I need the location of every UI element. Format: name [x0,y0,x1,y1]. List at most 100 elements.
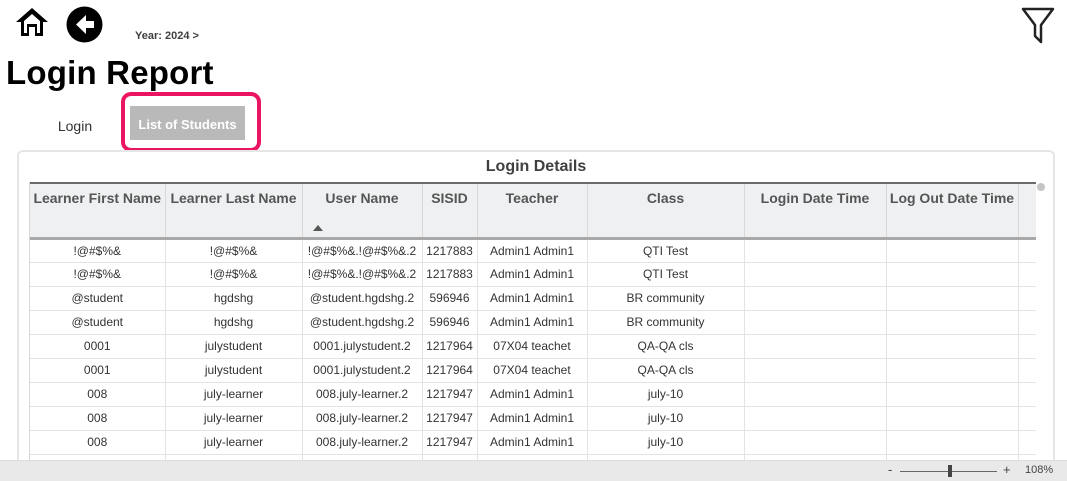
column-header-user-name-label: User Name [325,190,399,206]
back-button[interactable] [66,6,103,43]
cell-first-name: 0001 [30,358,166,383]
cell-teacher: Admin1 Admin1 [477,310,588,335]
cell-class: QA-QA cls [587,334,745,359]
cell-sisid: 1217947 [422,406,478,431]
cell-last-name: !@#$%& [165,262,303,287]
cell-last-name: july-learner [165,430,303,455]
cell-sisid: 596946 [422,286,478,311]
vertical-scrollbar-thumb[interactable] [1037,183,1045,191]
cell-sisid: 1217964 [422,358,478,383]
column-header-first-name[interactable]: Learner First Name [30,183,166,238]
zoom-out-button[interactable]: - [888,462,892,477]
cell-logout-date-time [886,286,1019,311]
cell-first-name: 008 [30,406,166,431]
column-header-class[interactable]: Class [587,183,745,238]
cell-logout-date-time [886,334,1019,359]
home-button[interactable] [14,6,50,38]
cell-login-date-time [744,406,887,431]
table-row[interactable]: 008july-learner008.july-learner.21217947… [30,382,1036,407]
cell-last-name: hgdshg [165,286,303,311]
cell-login-date-time [744,310,887,335]
cell-login-date-time [744,430,887,455]
cell-teacher: Admin1 Admin1 [477,238,588,263]
table-row[interactable]: @student hgdshg @student.hgdshg.2 596946 Adm… [30,310,1036,335]
cell-last-name: july-learner [165,382,303,407]
zoom-in-button[interactable]: + [1003,462,1011,477]
cell-user-name: 0001.julystudent.2 [302,358,423,383]
cell-login-date-time [744,286,887,311]
cell-extra [1018,406,1036,431]
cell-sisid: 1217964 [422,334,478,359]
cell-user-name: 008.july-learner.2 [302,430,423,455]
cell-class: QA-QA cls [587,358,745,383]
column-header-teacher[interactable]: Teacher [477,183,588,238]
cell-user-name: 008.july-learner.2 [302,406,423,431]
cell-user-name: !@#$%&.!@#$%&.2 [302,238,423,263]
cell-first-name: 008 [30,430,166,455]
cell-logout-date-time [886,382,1019,407]
cell-teacher: 07X04 teachet [477,334,588,359]
table-row[interactable]: 008july-learner008.july-learner.21217947… [30,430,1036,455]
cell-logout-date-time [886,406,1019,431]
zoom-level[interactable]: 108% [1025,464,1053,476]
column-header-extra [1018,183,1036,238]
cell-login-date-time [744,358,887,383]
cell-user-name: !@#$%&.!@#$%&.2 [302,262,423,287]
table-row[interactable]: 0001 julystudent 0001.julystudent.2 1217964… [30,358,1036,383]
cell-first-name: !@#$%& [30,262,166,287]
cell-last-name: julystudent [165,334,303,359]
cell-class: QTI Test [587,262,745,287]
column-header-last-name[interactable]: Learner Last Name [165,183,303,238]
cell-user-name: @student.hgdshg.2 [302,310,423,335]
page-title: Login Report [6,54,214,91]
cell-login-date-time [744,382,887,407]
breadcrumb[interactable]: Year: 2024 > [135,30,199,42]
table-row[interactable]: 008july-learner008.july-learner.21217947… [30,406,1036,431]
cell-login-date-time [744,262,887,287]
column-header-sisid[interactable]: SISID [422,183,478,238]
cell-teacher: Admin1 Admin1 [477,286,588,311]
cell-sisid: 1217947 [422,430,478,455]
cell-teacher: Admin1 Admin1 [477,430,588,455]
filter-icon [1021,7,1055,44]
table-row[interactable]: 0001 julystudent 0001.julystudent.2 1217964… [30,334,1036,359]
login-details-table: Learner First Name Learner Last Name Use… [29,182,1036,468]
column-header-login-date-time[interactable]: Login Date Time [744,183,887,238]
cell-first-name: 0001 [30,334,166,359]
cell-user-name: @student.hgdshg.2 [302,286,423,311]
login-details-panel: Login Details Learner First Name Learner… [17,150,1055,470]
cell-logout-date-time [886,358,1019,383]
cell-sisid: 1217947 [422,382,478,407]
cell-logout-date-time [886,262,1019,287]
cell-extra [1018,286,1036,311]
cell-first-name: @student [30,310,166,335]
tab-list-of-students[interactable]: List of Students [130,106,245,140]
tab-login[interactable]: Login [44,114,106,138]
cell-first-name: 008 [30,382,166,407]
cell-extra [1018,262,1036,287]
zoom-slider-thumb[interactable] [948,465,952,477]
cell-last-name: julystudent [165,358,303,383]
filter-button[interactable] [1020,6,1056,46]
cell-teacher: 07X04 teachet [477,358,588,383]
cell-class: QTI Test [587,238,745,263]
cell-sisid: 1217883 [422,262,478,287]
cell-teacher: Admin1 Admin1 [477,262,588,287]
cell-first-name: !@#$%& [30,238,166,263]
cell-class: july-10 [587,430,745,455]
cell-class: july-10 [587,382,745,407]
cell-last-name: hgdshg [165,310,303,335]
sort-ascending-icon [312,224,323,231]
cell-extra [1018,382,1036,407]
cell-first-name: @student [30,286,166,311]
cell-last-name: july-learner [165,406,303,431]
column-header-logout-date-time[interactable]: Log Out Date Time [886,183,1019,238]
table-row[interactable]: !@#$%& !@#$%& !@#$%&.!@#$%&.2 1217883 Admin1… [30,238,1036,263]
cell-sisid: 1217883 [422,238,478,263]
table-row[interactable]: @student hgdshg @student.hgdshg.2 596946 Adm… [30,286,1036,311]
cell-extra [1018,430,1036,455]
cell-class: BR community [587,310,745,335]
column-header-user-name[interactable]: User Name [302,183,423,238]
table-row[interactable]: !@#$%& !@#$%& !@#$%&.!@#$%&.2 1217883 Admin1… [30,262,1036,287]
cell-sisid: 596946 [422,310,478,335]
